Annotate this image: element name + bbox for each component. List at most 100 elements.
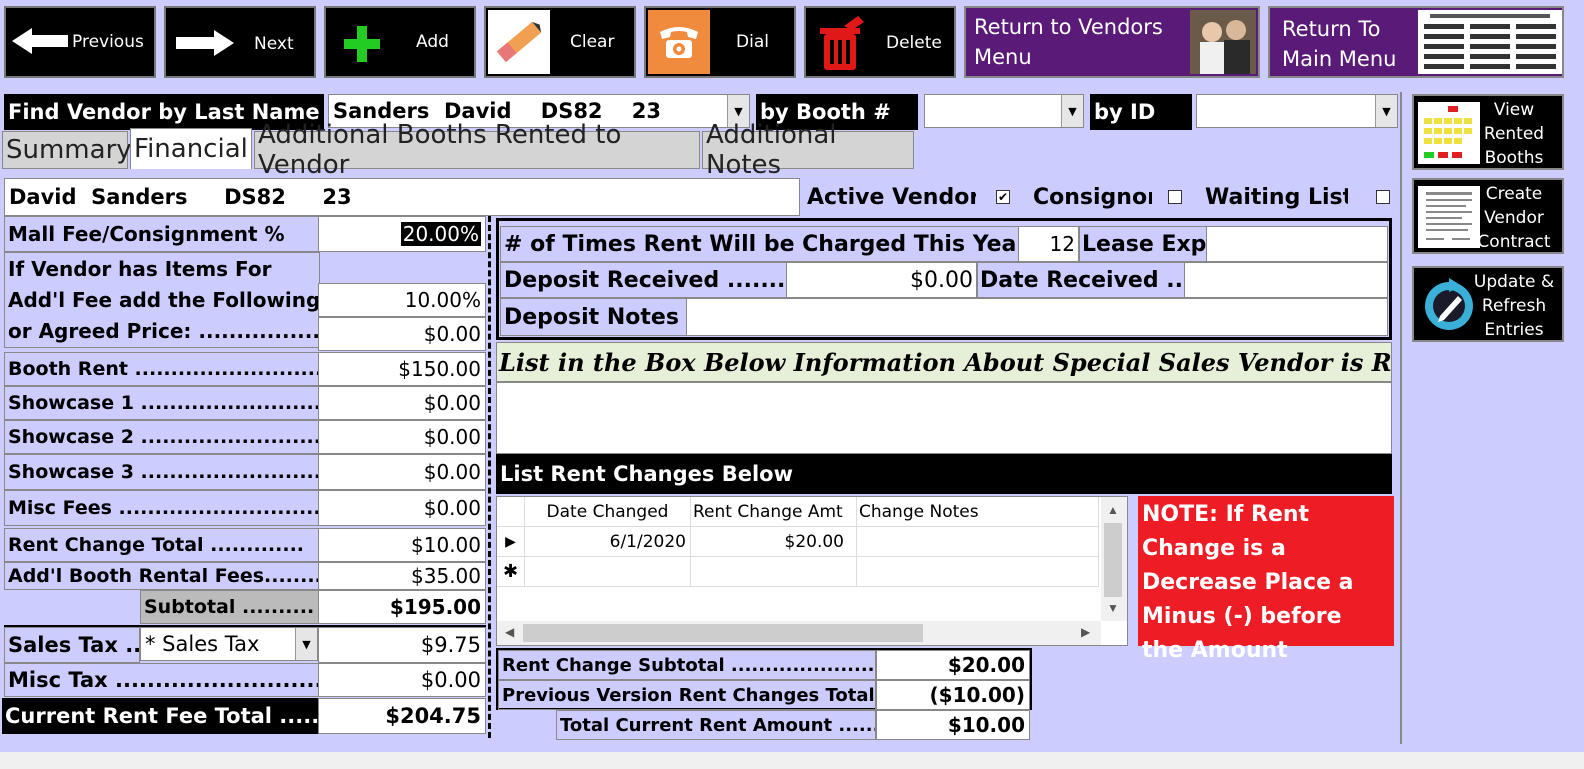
showcase-3-field[interactable]: $0.00 <box>318 454 486 490</box>
row-selector-current-icon[interactable]: ▶ <box>497 527 525 557</box>
showcase-1-label: Showcase 1 ......................... <box>4 386 320 420</box>
rent-change-note: NOTE: If Rent Change is a Decrease Place… <box>1138 496 1394 663</box>
active-vendor-checkbox[interactable]: ✔ <box>996 190 1010 204</box>
subtotal-label: Subtotal .......... <box>140 590 320 624</box>
mall-fee-field[interactable]: 20.00% <box>318 216 486 252</box>
clear-button[interactable]: Clear <box>484 6 636 78</box>
grid-corner <box>497 497 525 527</box>
plus-icon <box>342 24 382 64</box>
current-rent-total-label: Current Rent Fee Total ....... <box>2 698 320 734</box>
row-selector-new-icon[interactable]: ✱ <box>497 557 525 587</box>
id-combo[interactable]: ▼ <box>1196 94 1398 128</box>
tab-additional-booths[interactable]: Additional Booths Rented to Vendor <box>254 120 700 180</box>
deposit-notes-field[interactable] <box>686 298 1388 336</box>
lease-exp-field[interactable] <box>1206 226 1388 262</box>
showcase-2-field[interactable]: $0.00 <box>318 420 486 454</box>
sales-tax-select[interactable]: * Sales Tax ▼ <box>140 627 318 661</box>
previous-rent-changes-label: Previous Version Rent Changes Total <box>498 680 876 710</box>
horizontal-scrollbar[interactable]: ◀ ▶ <box>497 621 1101 645</box>
chevron-down-icon[interactable]: ▼ <box>295 628 317 660</box>
items-fee-field[interactable]: 10.00% <box>318 283 486 317</box>
deposit-notes-label: Deposit Notes <box>500 298 688 336</box>
times-charged-label: # of Times Rent Will be Charged This Yea… <box>500 226 1020 262</box>
misc-tax-label: Misc Tax .............................. <box>4 663 320 697</box>
special-sales-heading: List in the Box Below Information About … <box>496 342 1392 382</box>
showcase-1-field[interactable]: $0.00 <box>318 386 486 420</box>
horizontal-scroll-thumb[interactable] <box>523 624 923 642</box>
new-row-amount[interactable] <box>691 557 857 587</box>
update-refresh-entries-button[interactable]: Update & Refresh Entries <box>1412 266 1564 342</box>
arrow-right-icon <box>174 28 234 58</box>
scroll-down-icon[interactable]: ▼ <box>1107 601 1119 615</box>
dial-button[interactable]: Dial <box>644 6 796 78</box>
active-vendor-label: Active Vendor <box>807 184 976 210</box>
new-row-date[interactable] <box>525 557 691 587</box>
date-received-field[interactable] <box>1184 262 1388 298</box>
trash-icon <box>814 16 868 72</box>
mall-fee-label: Mall Fee/Consignment % <box>4 216 320 252</box>
consignor-checkbox[interactable] <box>1168 190 1182 204</box>
scroll-right-icon[interactable]: ▶ <box>1081 625 1090 639</box>
return-to-main-menu-button[interactable]: Return To Main Menu <box>1268 6 1564 78</box>
misc-fees-field[interactable]: $0.00 <box>318 490 486 526</box>
booth-combo[interactable]: ▼ <box>924 94 1084 128</box>
sales-tax-select-value: * Sales Tax <box>145 632 260 656</box>
next-button[interactable]: Next <box>164 6 316 78</box>
chevron-down-icon[interactable]: ▼ <box>1061 95 1083 127</box>
view-rented-booths-button[interactable]: View Rented Booths <box>1412 94 1564 170</box>
agreed-price-field[interactable]: $0.00 <box>318 317 486 351</box>
rent-change-subtotal-field[interactable]: $20.00 <box>876 650 1030 680</box>
items-label-line2: Add'l Fee add the Following <box>8 287 320 312</box>
total-current-rent-label: Total Current Rent Amount ....... <box>556 710 876 740</box>
rent-changes-heading: List Rent Changes Below <box>496 454 1392 494</box>
vendors-photo-icon <box>1190 10 1256 74</box>
tab-additional-notes[interactable]: Additional Notes <box>702 120 914 180</box>
tab-summary[interactable]: Summary <box>2 131 132 169</box>
booth-rent-field[interactable]: $150.00 <box>318 352 486 386</box>
add-button[interactable]: Add <box>324 6 476 78</box>
table-row-notes[interactable] <box>857 527 1099 557</box>
waiting-list-label: Waiting List <box>1205 184 1348 210</box>
column-header-amount[interactable]: Rent Change Amt <box>691 497 857 527</box>
showcase-2-label: Showcase 2 ......................... <box>4 420 320 454</box>
delete-button[interactable]: Delete <box>804 6 956 78</box>
vendor-name-field[interactable]: David Sanders DS82 23 <box>4 178 800 216</box>
vertical-scrollbar[interactable]: ▲ ▼ <box>1101 497 1127 621</box>
previous-rent-changes-field[interactable]: ($10.00) <box>876 680 1030 710</box>
current-rent-total-field[interactable]: $204.75 <box>318 698 486 734</box>
scroll-left-icon[interactable]: ◀ <box>505 625 514 639</box>
return-to-vendors-menu-button[interactable]: Return to Vendors Menu <box>964 6 1260 78</box>
items-fee-label: If Vendor has Items For Add'l Fee add th… <box>4 252 320 348</box>
rent-changes-grid[interactable]: Date Changed Rent Change Amt Change Note… <box>496 496 1128 646</box>
date-received-label: Date Received ..... <box>976 262 1186 298</box>
eraser-icon <box>488 10 550 74</box>
misc-tax-field[interactable]: $0.00 <box>318 663 486 697</box>
table-row-date[interactable]: 6/1/2020 <box>525 527 691 557</box>
main-menu-thumbnail-icon <box>1418 10 1562 74</box>
sales-tax-field[interactable]: $9.75 <box>318 627 486 663</box>
side-divider <box>1400 92 1402 744</box>
deposit-received-field[interactable]: $0.00 <box>786 262 978 298</box>
rent-change-total-label: Rent Change Total ............. <box>4 528 320 562</box>
create-vendor-contract-button[interactable]: Create Vendor Contract <box>1412 178 1564 254</box>
rent-change-total-field[interactable]: $10.00 <box>318 528 486 562</box>
column-header-notes[interactable]: Change Notes <box>857 497 1099 527</box>
new-row-notes[interactable] <box>857 557 1099 587</box>
vertical-scroll-thumb[interactable] <box>1104 523 1122 597</box>
previous-button[interactable]: Previous <box>4 6 156 78</box>
special-sales-field[interactable] <box>496 382 1392 454</box>
scroll-up-icon[interactable]: ▲ <box>1107 503 1119 517</box>
times-charged-field[interactable]: 12 <box>1018 226 1080 262</box>
by-id-label: by ID <box>1090 94 1192 130</box>
subtotal-field[interactable]: $195.00 <box>318 590 486 624</box>
chevron-down-icon[interactable]: ▼ <box>1375 95 1397 127</box>
addl-booth-fees-field[interactable]: $35.00 <box>318 562 486 590</box>
lease-exp-label: Lease Exp <box>1078 226 1208 262</box>
total-current-rent-field[interactable]: $10.00 <box>876 710 1030 740</box>
waiting-list-checkbox[interactable] <box>1376 190 1390 204</box>
telephone-icon <box>648 10 710 74</box>
table-row-amount[interactable]: $20.00 <box>691 527 857 557</box>
tab-financial[interactable]: Financial <box>130 128 252 169</box>
column-header-date[interactable]: Date Changed <box>525 497 691 527</box>
arrow-left-icon <box>12 26 70 56</box>
